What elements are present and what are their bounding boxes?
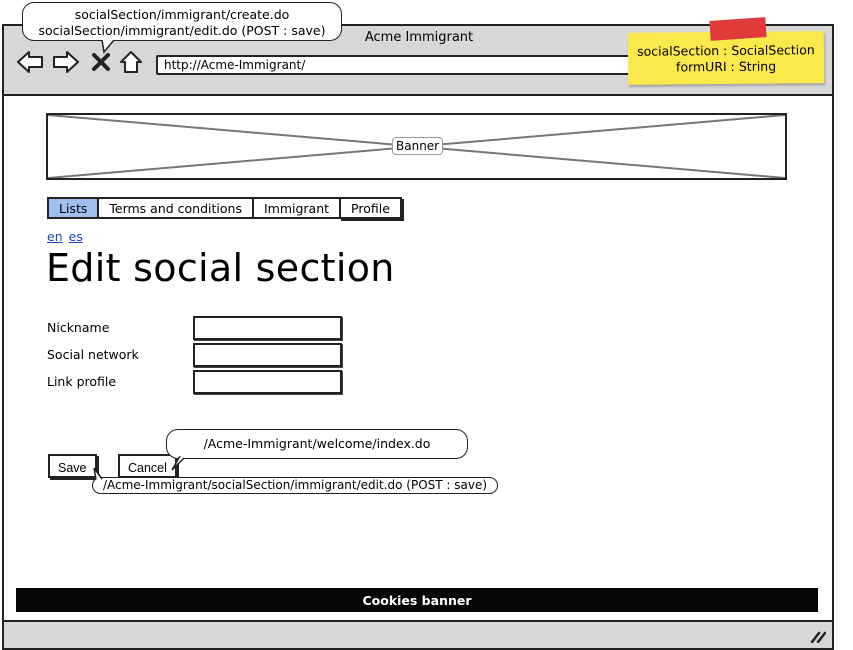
save-target-bubble: /Acme-Immigrant/socialSection/immigrant/… (92, 477, 498, 494)
link-profile-input[interactable] (193, 370, 342, 394)
tab-terms-and-conditions[interactable]: Terms and conditions (97, 197, 252, 219)
nickname-label: Nickname (47, 320, 110, 335)
page-title: Edit social section (46, 246, 395, 290)
tab-lists[interactable]: Lists (47, 197, 98, 219)
resize-grip-icon[interactable] (810, 629, 826, 643)
lang-en-link[interactable]: en (47, 229, 63, 244)
tab-immigrant[interactable]: Immigrant (251, 197, 340, 219)
banner-label: Banner (392, 137, 444, 155)
cancel-target-bubble: /Acme-Immigrant/welcome/index.do (166, 429, 468, 459)
lang-es-link[interactable]: es (69, 229, 83, 244)
url-annotation-bubble: socialSection/immigrant/create.do social… (22, 2, 342, 41)
sticky-note-line2: formURI : String (675, 58, 777, 75)
url-bar[interactable]: http://Acme-Immigrant/ (156, 55, 656, 75)
sticky-note-line1: socialSection : SocialSection (636, 42, 815, 59)
social-network-label: Social network (47, 347, 139, 362)
url-annotation-line1: socialSection/immigrant/create.do (74, 7, 290, 22)
cookies-banner: Cookies banner (16, 588, 818, 612)
arrow-right-icon[interactable] (52, 50, 80, 74)
main-menu: Lists Terms and conditions Immigrant Pro… (47, 197, 402, 219)
tab-profile[interactable]: Profile (339, 197, 402, 219)
bubble-tail-icon (101, 40, 115, 54)
language-selector: en es (47, 229, 89, 244)
social-network-input[interactable] (193, 343, 342, 367)
url-annotation-line2: socialSection/immigrant/edit.do (POST : … (38, 23, 326, 38)
cancel-button[interactable]: Cancel (118, 454, 177, 478)
bubble-tail-icon (93, 468, 103, 480)
arrow-left-icon[interactable] (16, 50, 44, 74)
nickname-input[interactable] (193, 316, 342, 340)
bubble-tail-icon (171, 456, 185, 471)
banner-image: Banner (46, 113, 787, 180)
tape-decoration (709, 17, 767, 41)
home-icon[interactable] (118, 50, 144, 74)
browser-statusbar (2, 620, 834, 650)
link-profile-label: Link profile (47, 374, 117, 389)
